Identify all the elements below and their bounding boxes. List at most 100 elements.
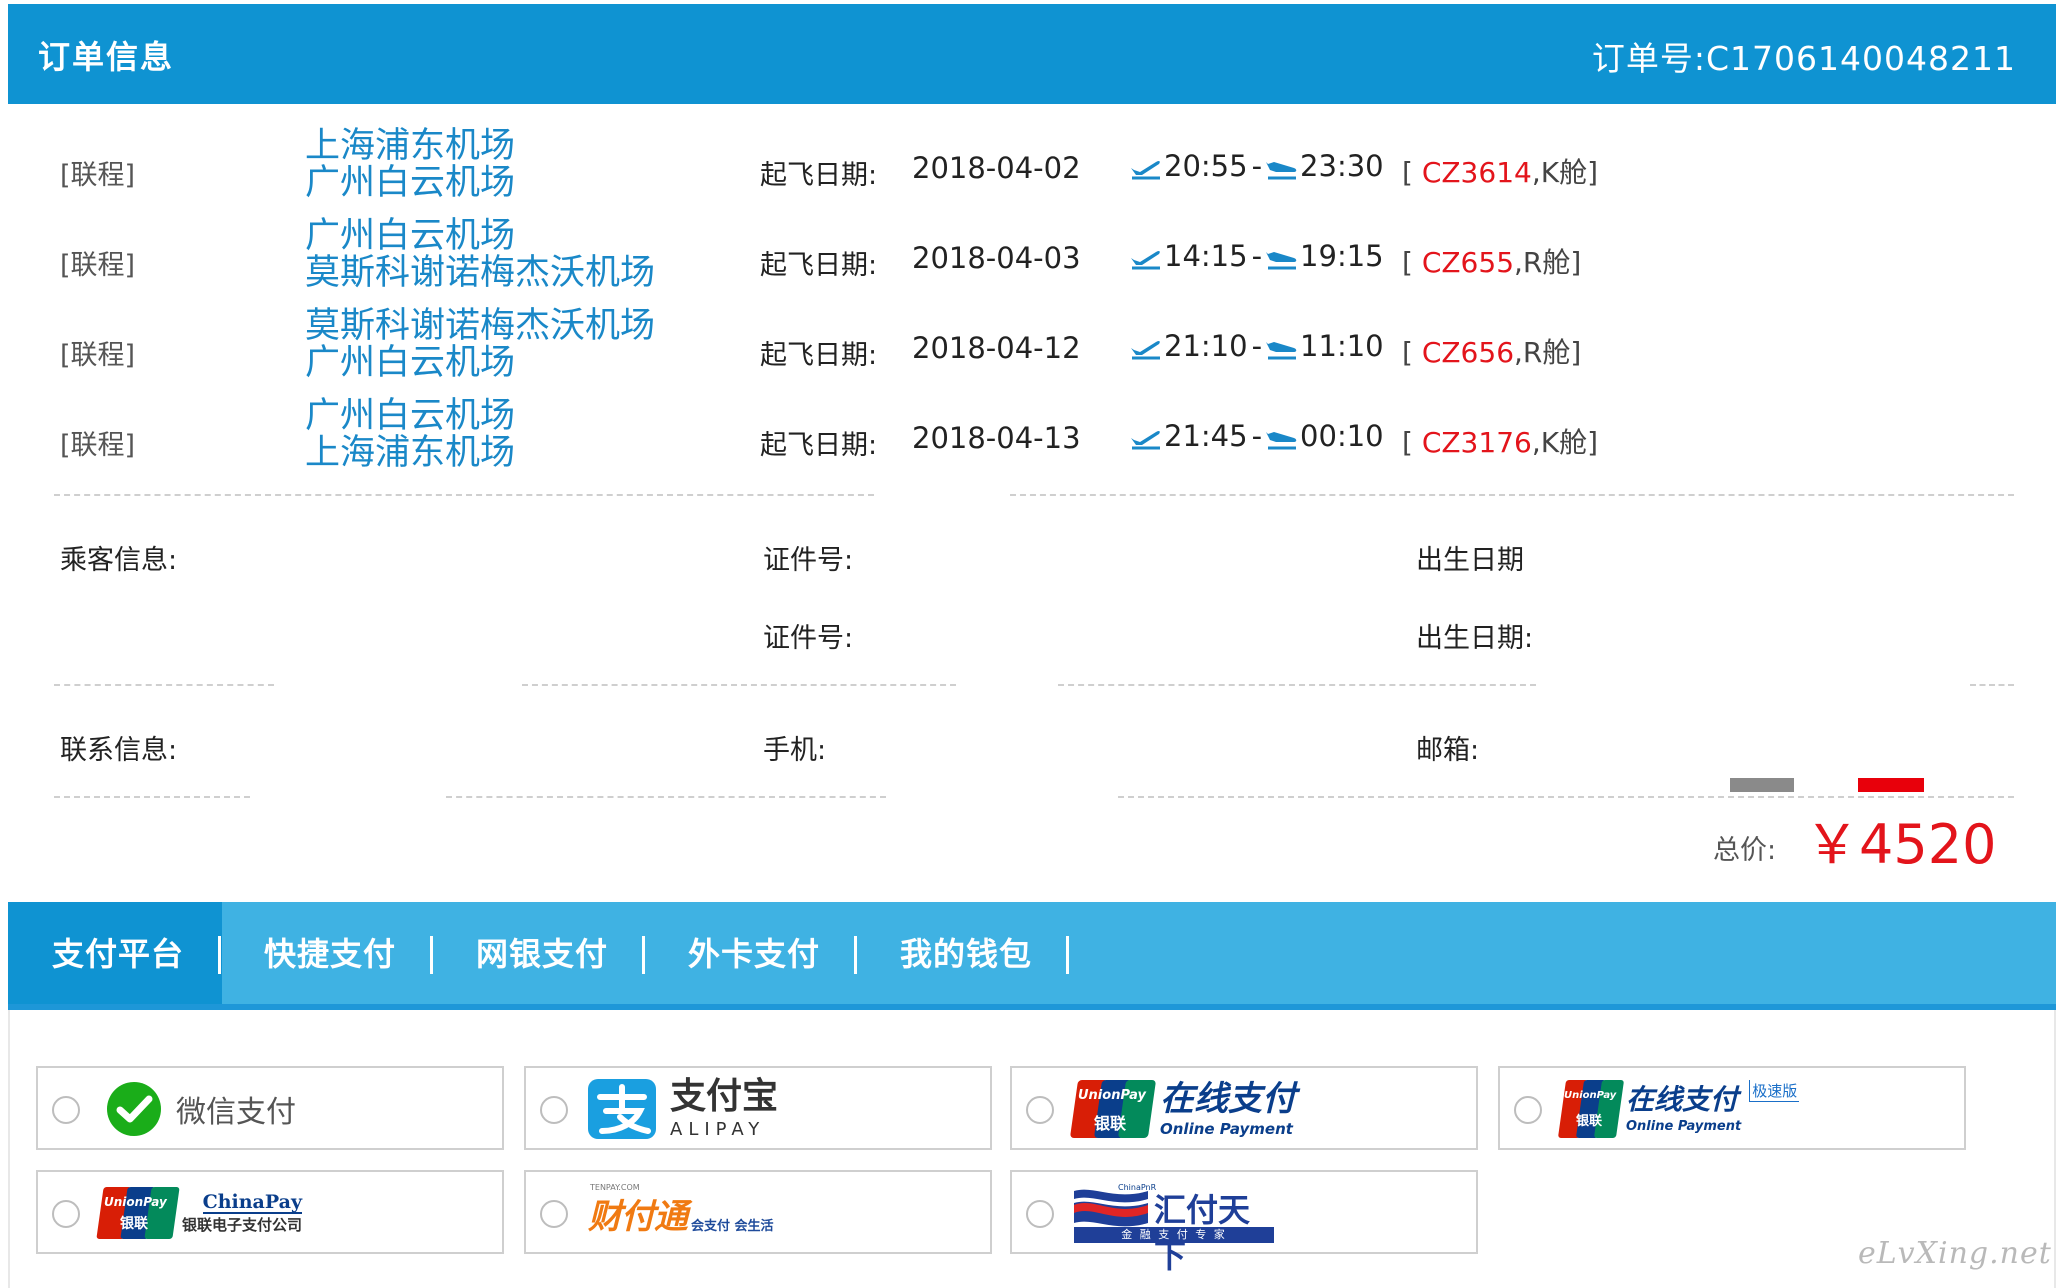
tenpay-domain: TENPAY.COM [590,1182,640,1192]
flight-route: 广州白云机场 莫斯科谢诺梅杰沃机场 [305,218,655,292]
payment-option-wechat[interactable]: 微信支付 [36,1066,504,1150]
departure-time: 21:10 [1164,329,1248,363]
birth-date-label: 出生日期: [1416,623,1534,654]
departure-airport: 广州白云机场 [305,216,516,256]
tenpay-label: 财付通 [588,1196,688,1237]
flight-times: 21:45 - 00:10 [1128,418,1384,454]
time-separator: - [1251,149,1263,183]
arrival-airport: 上海浦东机场 [305,433,516,473]
redaction-bar [1858,778,1924,792]
flight-times: 14:15 - 19:15 [1128,238,1384,274]
phone-label: 手机: [763,735,827,766]
tab-payment-platform[interactable]: 支付平台 [8,902,222,1006]
cabin-class: ,K舱] [1531,156,1599,189]
order-info-title: 订单信息 [38,38,175,76]
unionpay-online-radio[interactable] [1026,1096,1054,1124]
huifu-flag-icon [1074,1189,1148,1227]
flight-code: CZ656 [1421,336,1515,369]
unionpay-fast-label: 在线支付 [1626,1082,1739,1116]
unionpay-online-label: 在线支付 [1160,1078,1296,1119]
payment-option-tenpay[interactable]: TENPAY.COM 财付通 会支付 会生活 [524,1170,992,1254]
wechat-radio[interactable] [52,1096,80,1124]
tab-online-banking[interactable]: 网银支付 [476,902,608,1006]
cabin-class: ,R舱] [1514,246,1582,279]
flight-route: 上海浦东机场 广州白云机场 [305,128,515,202]
divider [522,684,956,686]
tab-separator [642,936,645,974]
departure-date: 2018-04-02 [912,151,1081,185]
arrival-airport: 广州白云机场 [305,163,516,203]
alipay-en-label: ALIPAY [670,1119,766,1140]
alipay-radio[interactable] [540,1096,568,1124]
departure-time: 14:15 [1164,239,1248,273]
email-label: 邮箱: [1416,735,1480,766]
divider [1010,494,2014,496]
tab-my-wallet[interactable]: 我的钱包 [900,902,1032,1006]
cabin-bracket: [ [1402,156,1422,189]
takeoff-icon [1131,430,1160,450]
passenger-info-label: 乘客信息: [60,545,178,576]
payment-option-unionpay-fast[interactable]: UnionPay 银联 在线支付 Online Payment 极速版 [1498,1066,1966,1150]
tab-separator [218,936,221,974]
wechat-pay-label: 微信支付 [176,1095,296,1130]
alipay-cn-label: 支付宝 [670,1076,779,1117]
huifu-radio[interactable] [1026,1200,1054,1228]
birth-date-label: 出生日期 [1416,545,1524,576]
chinapay-en-label: ChinaPay [202,1191,303,1214]
departure-date-label: 起飞日期: [760,430,878,461]
tenpay-text: TENPAY.COM 财付通 会支付 会生活 [588,1183,774,1238]
tab-separator [1066,936,1069,974]
connecting-tag: [联程] [60,430,136,461]
id-number-label: 证件号: [763,623,854,654]
departure-airport: 上海浦东机场 [305,126,516,166]
flight-code: CZ3176 [1421,426,1532,459]
chinapay-text: ChinaPay 银联电子支付公司 [182,1191,303,1234]
redaction-bar [1730,778,1794,792]
fast-version-badge: 极速版 [1749,1080,1800,1102]
unionpay-fast-en: Online Payment [1626,1118,1742,1134]
unionpay-logo-en: UnionPay [104,1195,167,1209]
unionpay-online-en: Online Payment [1160,1119,1293,1138]
watermark: eLvXing.net [1858,1236,2052,1271]
payment-option-alipay[interactable]: 支付宝 ALIPAY [524,1066,992,1150]
tab-foreign-card[interactable]: 外卡支付 [688,902,820,1006]
cabin-bracket: [ [1402,246,1422,279]
flight-code: CZ3614 [1421,156,1532,189]
unionpay-logo-en: UnionPay [1564,1090,1617,1101]
cabin-class: ,K舱] [1531,426,1599,459]
time-separator: - [1251,329,1263,363]
alipay-logo: 支付宝 ALIPAY [586,1074,778,1144]
payment-option-unionpay-online[interactable]: UnionPay 银联 在线支付 Online Payment [1010,1066,1478,1150]
cabin-class: ,R舱] [1514,336,1582,369]
huifu-slogan: 金 融 支 付 专 家 [1074,1227,1274,1243]
tenpay-radio[interactable] [540,1200,568,1228]
divider [54,796,250,798]
unionpay-online-logo: UnionPay 银联 在线支付 Online Payment [1069,1074,1296,1144]
arrival-time: 19:15 [1300,239,1384,273]
divider [54,494,874,496]
chinapay-radio[interactable] [52,1200,80,1228]
flight-cabin: [ CZ655,R舱] [1402,241,1581,281]
wechat-logo: 微信支付 [104,1074,296,1144]
payment-option-huifu[interactable]: ChinaPnR 汇付天下 金 融 支 付 专 家 [1010,1170,1478,1275]
departure-date-label: 起飞日期: [760,160,878,191]
departure-date: 2018-04-13 [912,421,1081,455]
total-price-label: 总价: [1713,835,1777,866]
unionpay-logo-en: UnionPay [1078,1088,1146,1103]
departure-time: 20:55 [1164,149,1248,183]
order-header: 订单信息 订单号:C1706140048211 [8,4,2056,104]
payment-option-chinapay[interactable]: UnionPay 银联 ChinaPay 银联电子支付公司 [36,1170,504,1254]
chinapay-cn-label: 银联电子支付公司 [182,1216,303,1234]
arrival-time: 00:10 [1300,419,1384,453]
unionpay-logo-cn: 银联 [1094,1114,1127,1133]
unionpay-fast-radio[interactable] [1514,1096,1542,1124]
departure-airport: 广州白云机场 [305,396,516,436]
flight-route: 广州白云机场 上海浦东机场 [305,398,515,472]
tab-separator [430,936,433,974]
divider [1058,684,1536,686]
departure-date: 2018-04-03 [912,241,1081,275]
flight-cabin: [ CZ3614,K舱] [1402,151,1598,191]
flight-row: [联程] 上海浦东机场 广州白云机场 起飞日期: 2018-04-02 20:5… [0,128,2064,218]
tab-express-pay[interactable]: 快捷支付 [264,902,396,1006]
alipay-icon [588,1079,656,1139]
